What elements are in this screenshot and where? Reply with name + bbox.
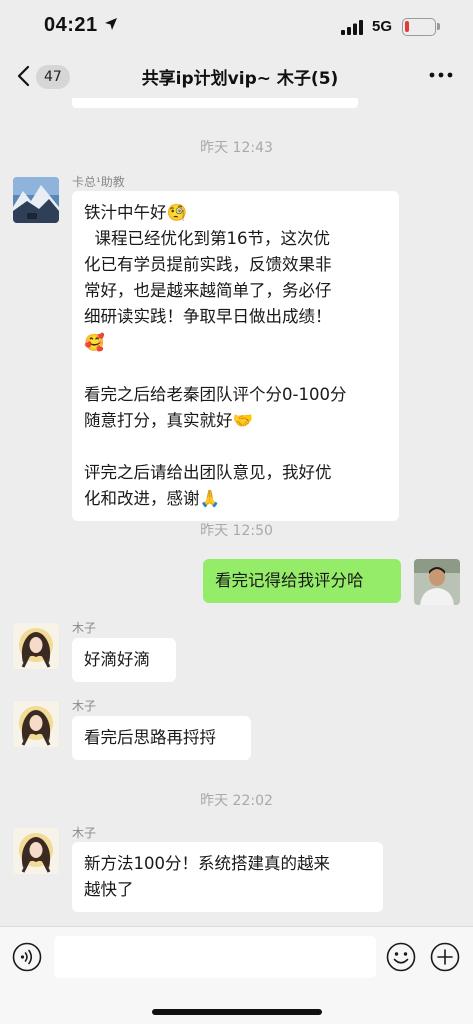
unread-count-badge[interactable]: 47 bbox=[36, 65, 70, 89]
emoji-icon[interactable] bbox=[386, 942, 416, 972]
message-bubble[interactable]: 看完后思路再捋捋 bbox=[72, 716, 251, 760]
message-line: 看完之后给老秦团队评个分0-100分 bbox=[84, 385, 347, 404]
avatar[interactable] bbox=[13, 177, 59, 223]
nav-bar: 47 共享ip计划vip~ 木子(5) bbox=[0, 56, 473, 98]
sender-name: 卡总¹助教 bbox=[72, 175, 125, 189]
chat-messages[interactable]: 昨天 12:43 卡总¹助教 铁汁中午好🧐 课程已经优化到第16节，这次优 化已… bbox=[0, 98, 473, 926]
message-line: 🥰 bbox=[84, 333, 105, 352]
message-line: 看完后思路再捋捋 bbox=[84, 728, 216, 747]
timestamp: 昨天 12:50 bbox=[200, 523, 273, 539]
chat-title: 共享ip计划vip~ 木子(5) bbox=[141, 69, 339, 89]
battery-tip bbox=[437, 23, 440, 30]
battery-icon bbox=[402, 18, 436, 36]
message-line: 铁汁中午好🧐 bbox=[84, 203, 188, 222]
avatar-image-girl bbox=[13, 828, 59, 874]
previous-message-bubble bbox=[72, 98, 358, 108]
message-line: 化和改进，感谢🙏 bbox=[84, 489, 221, 508]
message-line: 细研读实践！争取早日做出成绩！ bbox=[84, 307, 332, 326]
message-line: 课程已经优化到第16节，这次优 bbox=[84, 229, 330, 248]
more-dots-icon[interactable] bbox=[428, 71, 454, 79]
message-bubble[interactable]: 铁汁中午好🧐 课程已经优化到第16节，这次优 化已有学员提前实践，反馈效果非 常… bbox=[72, 191, 399, 521]
location-arrow-icon bbox=[105, 18, 117, 30]
my-avatar[interactable] bbox=[414, 559, 460, 605]
avatar-image-person bbox=[414, 559, 460, 605]
avatar[interactable] bbox=[13, 701, 59, 747]
message-line: 随意打分，真实就好🤝 bbox=[84, 411, 254, 430]
message-line: 好滴好滴 bbox=[84, 650, 150, 669]
voice-icon[interactable] bbox=[12, 942, 42, 972]
input-bar bbox=[0, 926, 473, 1024]
chevron-left-icon[interactable] bbox=[14, 64, 34, 88]
message-bubble[interactable]: 好滴好滴 bbox=[72, 638, 176, 682]
message-input[interactable] bbox=[54, 936, 376, 978]
message-line: 化已有学员提前实践，反馈效果非 bbox=[84, 255, 332, 274]
status-bar: 04:21 5G bbox=[0, 0, 473, 56]
sender-name: 木子 bbox=[72, 699, 97, 713]
message-line: 越快了 bbox=[84, 880, 134, 899]
avatar-image-mountain bbox=[13, 177, 59, 223]
message-line: 看完记得给我评分哈 bbox=[215, 571, 364, 590]
status-time: 04:21 bbox=[44, 14, 98, 36]
avatar[interactable] bbox=[13, 623, 59, 669]
battery-level bbox=[405, 21, 409, 32]
timestamp: 昨天 12:43 bbox=[200, 140, 273, 156]
avatar-image-girl bbox=[13, 623, 59, 669]
sender-name: 木子 bbox=[72, 621, 97, 635]
timestamp: 昨天 22:02 bbox=[200, 793, 273, 809]
message-line: 新方法100分！系统搭建真的越来 bbox=[84, 854, 330, 873]
plus-icon[interactable] bbox=[430, 942, 460, 972]
home-indicator[interactable] bbox=[152, 1009, 322, 1015]
message-line: 评完之后请给出团队意见，我好优 bbox=[84, 463, 332, 482]
avatar[interactable] bbox=[13, 828, 59, 874]
my-message-bubble[interactable]: 看完记得给我评分哈 bbox=[203, 559, 401, 603]
avatar-image-girl bbox=[13, 701, 59, 747]
signal-icon bbox=[341, 20, 363, 35]
message-bubble[interactable]: 新方法100分！系统搭建真的越来 越快了 bbox=[72, 842, 383, 912]
sender-name: 木子 bbox=[72, 826, 97, 840]
network-type: 5G bbox=[372, 18, 393, 35]
message-line: 常好，也是越来越简单了，务必仔 bbox=[84, 281, 332, 300]
